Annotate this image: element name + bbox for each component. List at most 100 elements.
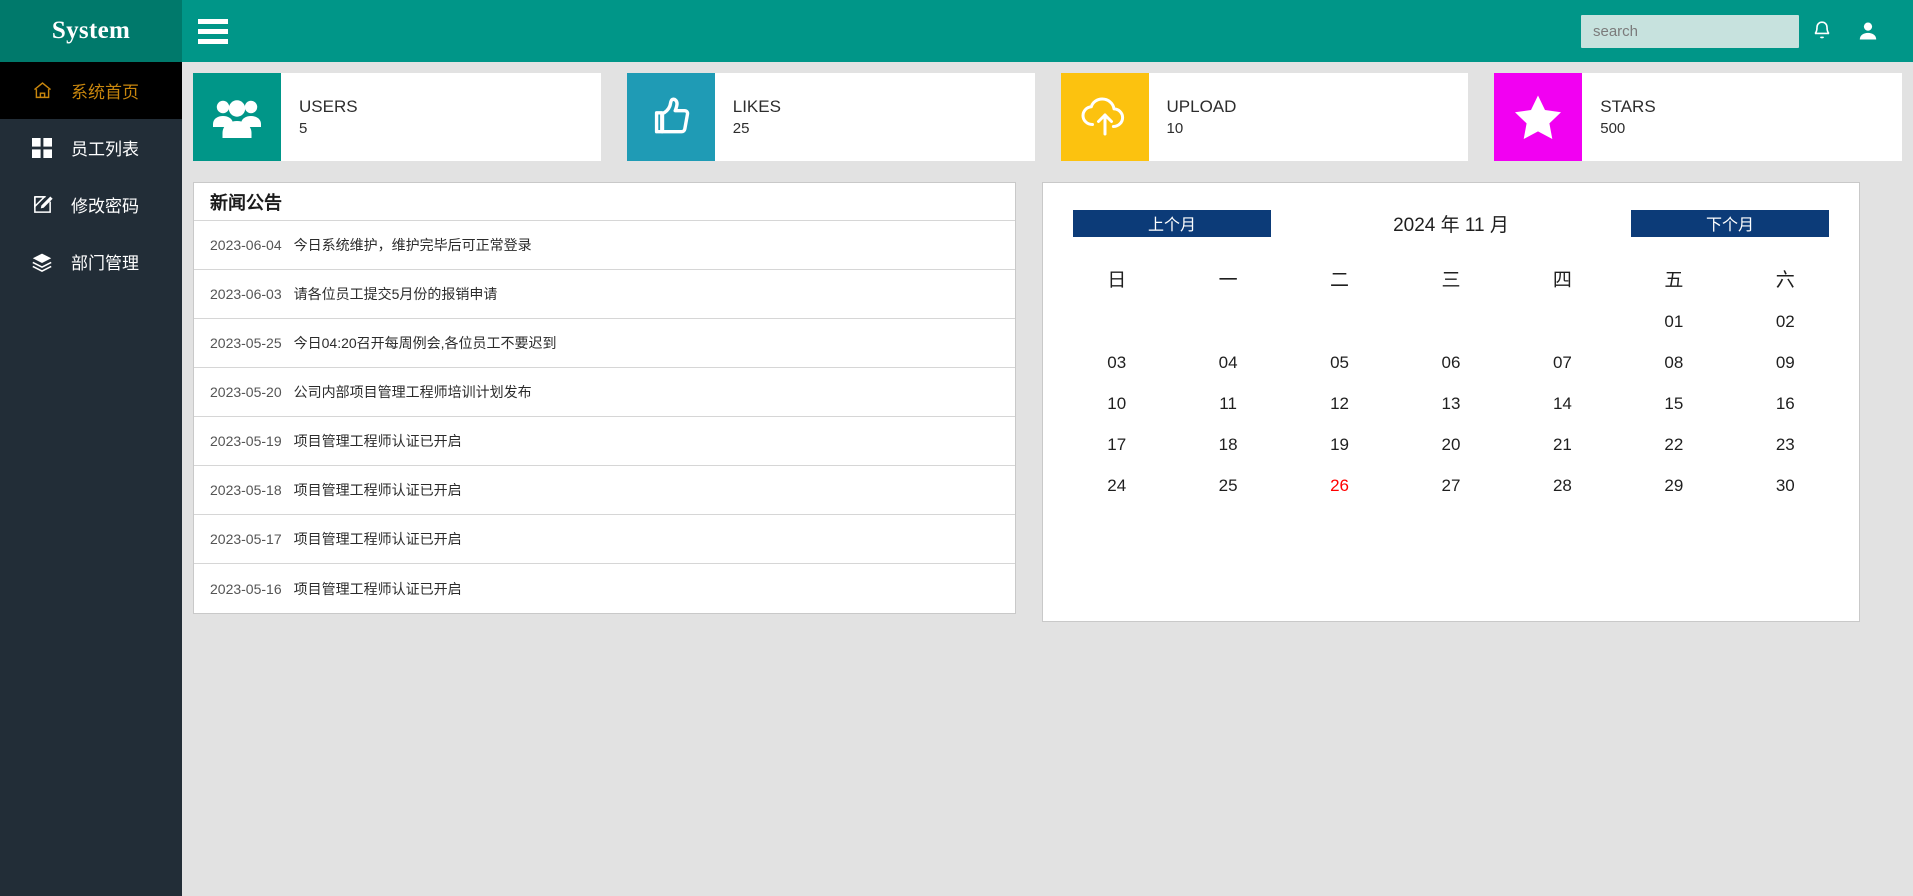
calendar-day[interactable]: 05 — [1284, 342, 1395, 383]
calendar-day[interactable]: 16 — [1730, 383, 1841, 424]
news-item[interactable]: 2023-06-04今日系统维护，维护完毕后可正常登录 — [194, 221, 1015, 270]
calendar-day[interactable]: 19 — [1284, 424, 1395, 465]
calendar-day[interactable]: 15 — [1618, 383, 1729, 424]
news-item[interactable]: 2023-05-18项目管理工程师认证已开启 — [194, 466, 1015, 515]
news-panel: 新闻公告 2023-06-04今日系统维护，维护完毕后可正常登录2023-06-… — [193, 182, 1016, 614]
stat-card-users[interactable]: USERS 5 — [193, 73, 601, 161]
home-icon — [31, 80, 53, 102]
news-item-date: 2023-05-20 — [210, 384, 282, 400]
sidebar-item-change-password[interactable]: 修改密码 — [0, 176, 182, 233]
news-item-date: 2023-05-19 — [210, 433, 282, 449]
next-month-button[interactable]: 下个月 — [1631, 210, 1829, 237]
sidebar-item-label: 部门管理 — [71, 249, 139, 274]
calendar-day[interactable]: 21 — [1507, 424, 1618, 465]
news-item-date: 2023-05-17 — [210, 531, 282, 547]
calendar-weekday: 三 — [1395, 255, 1506, 301]
calendar-weekday: 一 — [1172, 255, 1283, 301]
stat-card-label: USERS — [299, 97, 358, 117]
news-item-title: 公司内部项目管理工程师培训计划发布 — [294, 382, 532, 402]
news-item[interactable]: 2023-05-19 项目管理工程师认证已开启 — [194, 417, 1015, 466]
sidebar-item-label: 修改密码 — [71, 192, 139, 217]
news-panel-title: 新闻公告 — [194, 183, 1015, 221]
calendar-day[interactable]: 29 — [1618, 465, 1729, 506]
stat-card-label: LIKES — [733, 97, 781, 117]
thumbs-up-icon — [627, 73, 715, 161]
hamburger-bar — [198, 39, 228, 44]
hamburger-bar — [198, 19, 228, 24]
calendar-day[interactable]: 23 — [1730, 424, 1841, 465]
calendar-panel: 上个月 2024 年 11 月 下个月 日一二三四五六0102030405060… — [1042, 182, 1860, 622]
calendar-day-empty — [1061, 301, 1172, 342]
sidebar-item-home[interactable]: 系统首页 — [0, 62, 182, 119]
calendar-day[interactable]: 20 — [1395, 424, 1506, 465]
stat-card-value: 25 — [733, 120, 781, 137]
news-item[interactable]: 2023-05-16 项目管理工程师认证已开启 — [194, 564, 1015, 613]
users-icon — [193, 73, 281, 161]
calendar-day[interactable]: 09 — [1730, 342, 1841, 383]
stat-card-value: 5 — [299, 120, 358, 137]
calendar-day[interactable]: 14 — [1507, 383, 1618, 424]
stat-card-text: LIKES 25 — [715, 73, 781, 161]
stat-card-stars[interactable]: STARS 500 — [1494, 73, 1902, 161]
main-content: USERS 5 LIKES 25 — [182, 62, 1913, 896]
news-item-title: 项目管理工程师认证已开启 — [294, 431, 462, 451]
calendar-day[interactable]: 08 — [1618, 342, 1729, 383]
sidebar-item-department-management[interactable]: 部门管理 — [0, 233, 182, 290]
calendar-day[interactable]: 10 — [1061, 383, 1172, 424]
calendar-day[interactable]: 25 — [1172, 465, 1283, 506]
calendar-day[interactable]: 03 — [1061, 342, 1172, 383]
calendar-day[interactable]: 22 — [1618, 424, 1729, 465]
sidebar-item-label: 员工列表 — [71, 135, 139, 160]
stat-card-text: STARS 500 — [1582, 73, 1655, 161]
news-item-title: 项目管理工程师认证已开启 — [294, 529, 462, 549]
calendar-day-today[interactable]: 26 — [1284, 465, 1395, 506]
calendar-grid: 日一二三四五六010203040506070809101112131415161… — [1061, 255, 1841, 506]
calendar-day[interactable]: 07 — [1507, 342, 1618, 383]
calendar-weekday: 五 — [1618, 255, 1729, 301]
calendar-day[interactable]: 18 — [1172, 424, 1283, 465]
sidebar-item-employee-list[interactable]: 员工列表 — [0, 119, 182, 176]
calendar-day[interactable]: 30 — [1730, 465, 1841, 506]
stat-card-label: UPLOAD — [1167, 97, 1237, 117]
calendar-day[interactable]: 02 — [1730, 301, 1841, 342]
stat-card-value: 10 — [1167, 120, 1237, 137]
stat-card-label: STARS — [1600, 97, 1655, 117]
calendar-day-empty — [1284, 301, 1395, 342]
news-item[interactable]: 2023-06-03请各位员工提交5月份的报销申请 — [194, 270, 1015, 319]
search-input[interactable] — [1581, 15, 1799, 48]
news-item-date: 2023-05-16 — [210, 581, 282, 597]
news-item-title: 今日系统维护，维护完毕后可正常登录 — [294, 235, 532, 255]
calendar-day[interactable]: 06 — [1395, 342, 1506, 383]
bell-icon[interactable] — [1799, 0, 1845, 62]
calendar-title: 2024 年 11 月 — [1271, 210, 1631, 237]
news-item[interactable]: 2023-05-25 今日04:20召开每周例会,各位员工不要迟到 — [194, 319, 1015, 368]
grid-icon — [31, 137, 53, 159]
stat-card-likes[interactable]: LIKES 25 — [627, 73, 1035, 161]
calendar-day[interactable]: 11 — [1172, 383, 1283, 424]
calendar-day[interactable]: 04 — [1172, 342, 1283, 383]
calendar-day[interactable]: 28 — [1507, 465, 1618, 506]
calendar-day[interactable]: 27 — [1395, 465, 1506, 506]
calendar-day[interactable]: 17 — [1061, 424, 1172, 465]
news-item-date: 2023-05-25 — [210, 335, 282, 351]
sidebar: 系统首页 员工列表 修改密码 — [0, 62, 182, 896]
user-icon[interactable] — [1845, 0, 1891, 62]
prev-month-button[interactable]: 上个月 — [1073, 210, 1271, 237]
news-item[interactable]: 2023-05-17 项目管理工程师认证已开启 — [194, 515, 1015, 564]
stat-card-value: 500 — [1600, 120, 1655, 137]
stat-card-row: USERS 5 LIKES 25 — [182, 62, 1913, 161]
panel-row: 新闻公告 2023-06-04今日系统维护，维护完毕后可正常登录2023-06-… — [182, 161, 1913, 622]
calendar-day[interactable]: 13 — [1395, 383, 1506, 424]
calendar-day[interactable]: 24 — [1061, 465, 1172, 506]
calendar-weekday: 日 — [1061, 255, 1172, 301]
stat-card-upload[interactable]: UPLOAD 10 — [1061, 73, 1469, 161]
calendar-weekday: 二 — [1284, 255, 1395, 301]
stat-card-text: UPLOAD 10 — [1149, 73, 1237, 161]
news-item-title: 项目管理工程师认证已开启 — [294, 579, 462, 599]
top-bar-actions — [1581, 0, 1913, 62]
news-item[interactable]: 2023-05-20 公司内部项目管理工程师培训计划发布 — [194, 368, 1015, 417]
hamburger-icon[interactable] — [182, 0, 244, 62]
calendar-day[interactable]: 01 — [1618, 301, 1729, 342]
news-item-title: 今日04:20召开每周例会,各位员工不要迟到 — [294, 333, 557, 353]
calendar-day[interactable]: 12 — [1284, 383, 1395, 424]
